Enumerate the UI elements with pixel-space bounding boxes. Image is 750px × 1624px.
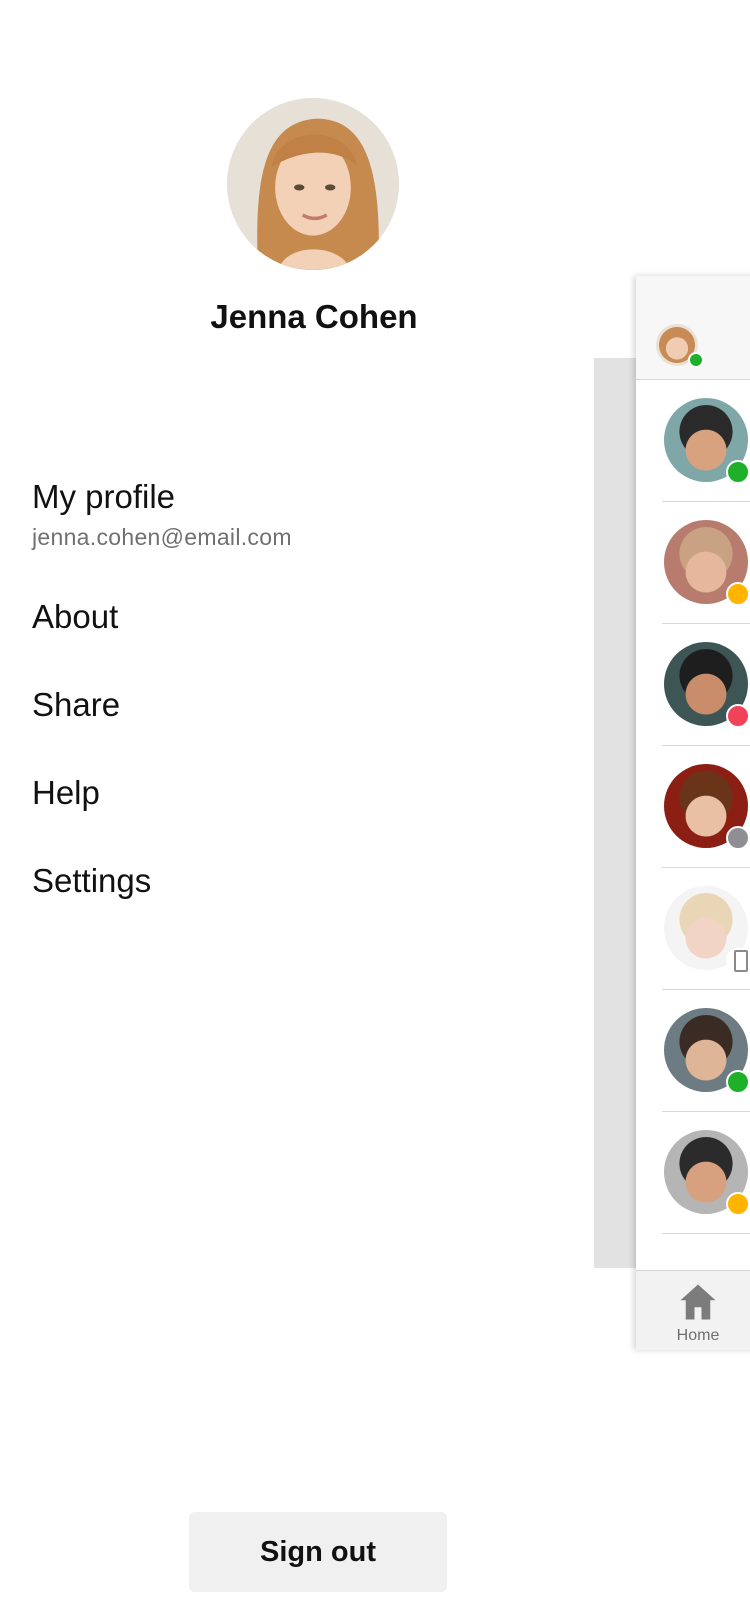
help-label: Help (32, 774, 100, 811)
contact-row[interactable] (662, 990, 750, 1112)
menu-item-my-profile[interactable]: My profile jenna.cohen@email.com (32, 472, 552, 592)
tab-home[interactable]: Home (636, 1270, 750, 1350)
contact-row[interactable] (662, 624, 750, 746)
sign-out-button[interactable]: Sign out (189, 1512, 447, 1592)
drawer-menu: My profile jenna.cohen@email.com About S… (32, 472, 552, 944)
home-icon (680, 1284, 716, 1320)
presence-available-icon (726, 1070, 750, 1094)
presence-available-icon (688, 352, 704, 368)
main-panel-peek[interactable]: Home (636, 276, 750, 1350)
share-label: Share (32, 686, 121, 723)
drawer-overlay-shadow (594, 358, 636, 1268)
header-avatar[interactable] (656, 324, 704, 368)
contact-list (636, 380, 750, 1234)
presence-away-icon (726, 1192, 750, 1216)
contact-row[interactable] (662, 502, 750, 624)
side-drawer: Jenna Cohen My profile jenna.cohen@email… (0, 0, 600, 1624)
presence-busy-icon (726, 704, 750, 728)
user-email: jenna.cohen@email.com (32, 524, 292, 550)
my-profile-label: My profile (32, 478, 176, 515)
about-label: About (32, 598, 119, 635)
user-portrait-icon (227, 98, 399, 270)
tab-home-label: Home (676, 1327, 720, 1344)
contact-row[interactable] (662, 746, 750, 868)
menu-item-help[interactable]: Help (32, 768, 552, 856)
contact-row[interactable] (662, 868, 750, 990)
menu-item-settings[interactable]: Settings (32, 856, 552, 944)
app-screen: Jenna Cohen My profile jenna.cohen@email… (0, 0, 750, 1624)
presence-offline-icon (726, 826, 750, 850)
presence-available-icon (726, 460, 750, 484)
contact-row[interactable] (662, 1112, 750, 1234)
user-name: Jenna Cohen (210, 298, 418, 335)
profile-photo[interactable] (227, 98, 399, 270)
contact-row[interactable] (662, 380, 750, 502)
panel-header (636, 276, 750, 380)
menu-item-about[interactable]: About (32, 592, 552, 680)
settings-label: Settings (32, 862, 152, 899)
presence-mobile-icon (726, 948, 750, 972)
presence-away-icon (726, 582, 750, 606)
menu-item-share[interactable]: Share (32, 680, 552, 768)
